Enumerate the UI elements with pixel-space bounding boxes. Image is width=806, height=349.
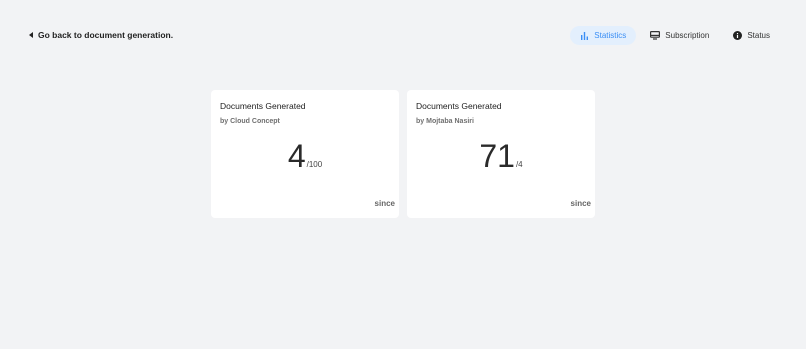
card-since: since [374, 199, 395, 208]
card-subtitle: by Cloud Concept [220, 118, 280, 125]
tab-subscription[interactable]: Subscription [640, 26, 719, 45]
card-count: 4 [287, 138, 306, 174]
caret-left-icon [29, 32, 33, 38]
top-nav: Statistics Subscription Status [570, 26, 780, 45]
tab-status[interactable]: Status [723, 26, 780, 45]
tab-status-label: Status [747, 31, 770, 40]
card-value: 71 /4 [407, 138, 595, 174]
stat-card-cloud-concept: Documents Generated by Cloud Concept 4 /… [211, 90, 399, 218]
card-title: Documents Generated [416, 101, 502, 111]
bar-chart-icon [581, 32, 589, 40]
tab-statistics-label: Statistics [594, 31, 627, 40]
card-count: 71 [479, 138, 515, 174]
monitor-icon [650, 31, 661, 40]
card-subtitle: by Mojtaba Nasiri [416, 118, 474, 125]
card-title: Documents Generated [220, 101, 306, 111]
stat-card-mojtaba-nasiri: Documents Generated by Mojtaba Nasiri 71… [407, 90, 595, 218]
tab-subscription-label: Subscription [665, 31, 710, 40]
card-value: 4 /100 [211, 138, 399, 174]
info-icon [733, 31, 743, 40]
card-since: since [570, 199, 591, 208]
back-link-label: Go back to document generation. [38, 30, 174, 40]
back-link[interactable]: Go back to document generation. [29, 30, 173, 40]
card-limit: /4 [515, 160, 523, 169]
tab-statistics[interactable]: Statistics [570, 26, 637, 45]
card-limit: /100 [306, 160, 323, 169]
stats-cards: Documents Generated by Cloud Concept 4 /… [211, 90, 595, 218]
